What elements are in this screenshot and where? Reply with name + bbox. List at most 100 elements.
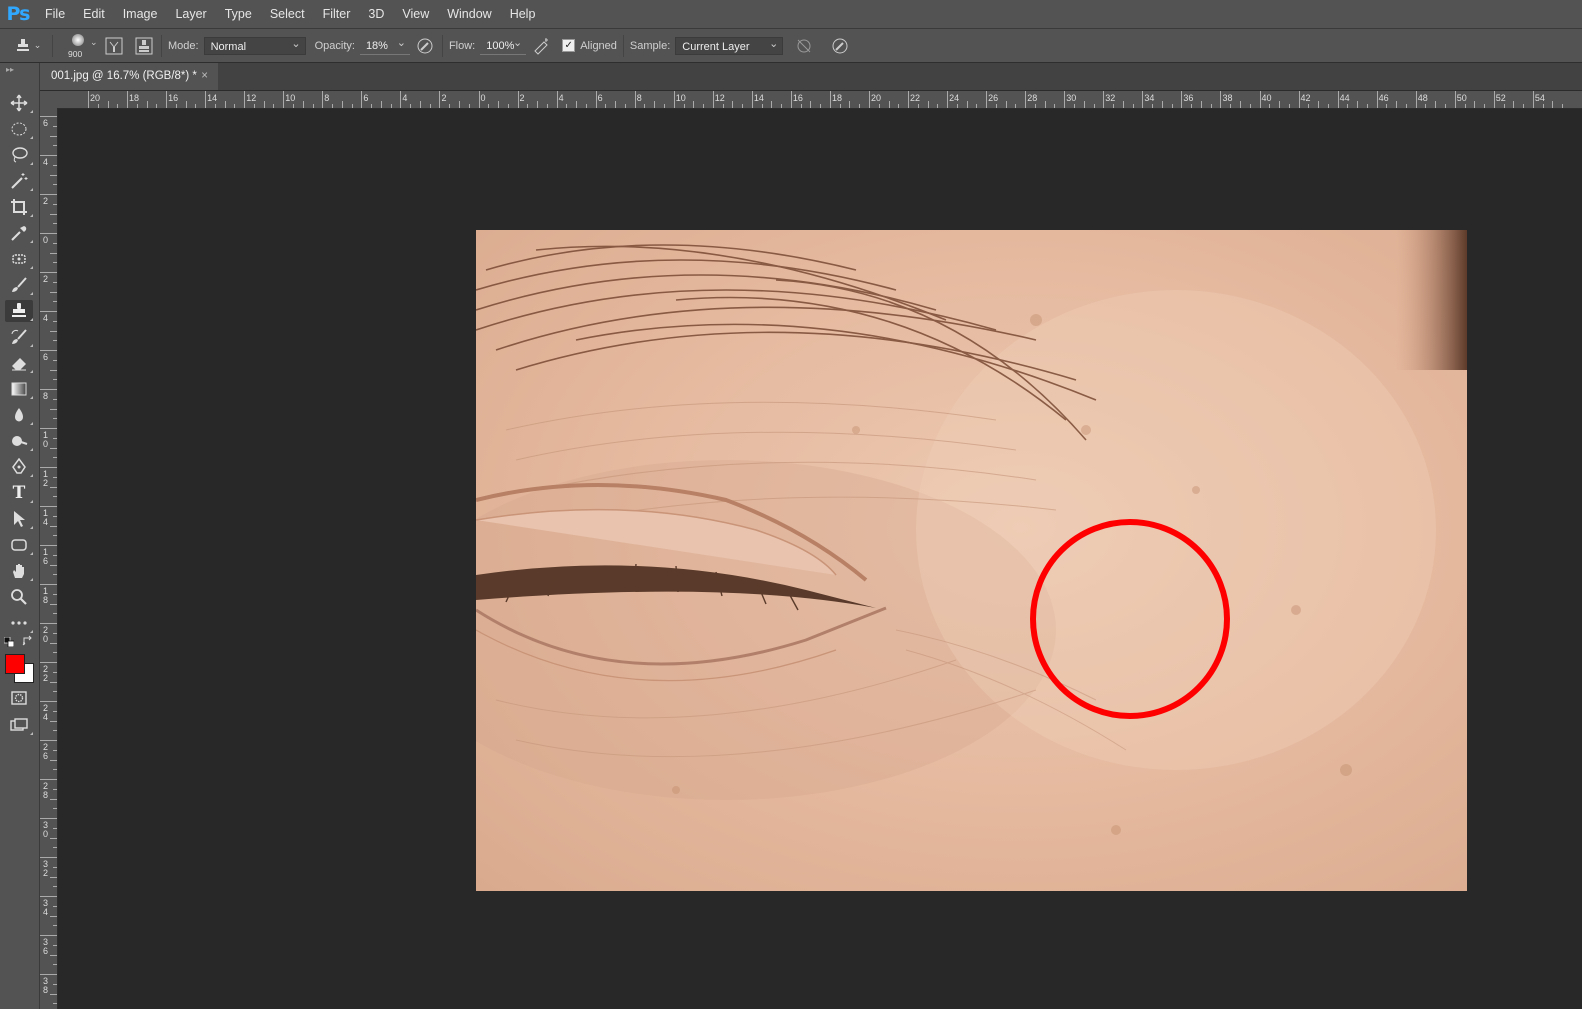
default-colors-button[interactable]	[3, 636, 15, 648]
gradient-tool[interactable]	[5, 378, 33, 400]
eraser-tool[interactable]	[5, 352, 33, 374]
ruler-minor-tick	[771, 101, 773, 108]
menu-edit[interactable]: Edit	[74, 7, 114, 21]
ruler-major-tick	[1220, 91, 1222, 108]
crop-tool[interactable]	[5, 196, 33, 218]
ruler-minor-tick	[1279, 101, 1281, 108]
canvas-area[interactable]	[58, 109, 1582, 1009]
ruler-minor-tick	[1542, 104, 1544, 108]
ruler-major-tick	[400, 91, 402, 108]
ignore-adjustment-layers-button[interactable]	[793, 35, 815, 57]
flow-input[interactable]: 100%	[480, 34, 527, 55]
document-tab[interactable]: 001.jpg @ 16.7% (RGB/8*) * ×	[40, 63, 218, 90]
ruler-minor-tick	[917, 104, 919, 108]
ruler-minor-tick	[654, 101, 656, 108]
screen-mode-button[interactable]	[5, 714, 33, 736]
ruler-minor-tick	[53, 223, 57, 225]
ruler-major-tick	[40, 350, 57, 351]
ruler-minor-tick	[53, 281, 57, 283]
menu-select[interactable]: Select	[261, 7, 314, 21]
ruler-minor-tick	[50, 954, 57, 956]
toggle-brush-panel-button[interactable]	[103, 35, 125, 57]
ruler-minor-tick	[1474, 101, 1476, 108]
brush-size-label: 900	[68, 48, 83, 59]
foreground-color-swatch[interactable]	[5, 654, 25, 674]
menu-view[interactable]: View	[393, 7, 438, 21]
ruler-minor-tick	[810, 101, 812, 108]
menu-image[interactable]: Image	[114, 7, 167, 21]
mode-dropdown[interactable]: Normal	[203, 35, 306, 55]
sample-dropdown[interactable]: Current Layer	[675, 35, 784, 55]
dodge-tool[interactable]	[5, 430, 33, 452]
ruler-minor-tick	[742, 104, 744, 108]
lasso-tool[interactable]	[5, 144, 33, 166]
ruler-major-tick	[40, 779, 57, 780]
ruler-minor-tick	[888, 101, 890, 108]
ruler-minor-tick	[449, 104, 451, 108]
spot-healing-tool[interactable]	[5, 248, 33, 270]
menu-window[interactable]: Window	[438, 7, 500, 21]
ruler-minor-tick	[53, 398, 57, 400]
airbrush-button[interactable]	[530, 35, 552, 57]
menu-filter[interactable]: Filter	[314, 7, 360, 21]
blur-tool[interactable]	[5, 404, 33, 426]
type-tool[interactable]: T	[5, 482, 33, 504]
menu-layer[interactable]: Layer	[166, 7, 215, 21]
aligned-checkbox[interactable]: ✓	[562, 39, 576, 52]
hand-tool[interactable]	[5, 560, 33, 582]
menu-help[interactable]: Help	[501, 7, 545, 21]
panel-collapse-icon[interactable]: ▸▸	[6, 65, 14, 74]
ruler-minor-tick	[1122, 101, 1124, 108]
close-icon[interactable]: ×	[201, 63, 208, 90]
swap-colors-button[interactable]	[22, 635, 34, 647]
magic-wand-tool[interactable]	[5, 170, 33, 192]
brush-preset-picker[interactable]: 900 ⌄	[59, 31, 99, 61]
ruler-minor-tick	[332, 104, 334, 108]
ruler-minor-tick	[1347, 104, 1349, 108]
pressure-opacity-button[interactable]	[414, 35, 436, 57]
menu-type[interactable]: Type	[216, 7, 261, 21]
pen-tool[interactable]	[5, 456, 33, 478]
ruler-label: 26	[43, 742, 49, 761]
clone-stamp-tool[interactable]	[5, 300, 33, 322]
ruler-major-tick	[361, 91, 363, 108]
quick-mask-button[interactable]	[5, 687, 33, 709]
ruler-minor-tick	[53, 184, 57, 186]
tool-preset-picker[interactable]: ⌄	[10, 35, 46, 57]
eyedropper-tool[interactable]	[5, 222, 33, 244]
ruler-major-tick	[986, 91, 988, 108]
rectangle-tool[interactable]	[5, 534, 33, 556]
ruler-major-tick	[40, 467, 57, 468]
move-tool[interactable]	[5, 92, 33, 114]
zoom-tool[interactable]	[5, 586, 33, 608]
brush-tool[interactable]	[5, 274, 33, 296]
pressure-pen-icon	[417, 38, 433, 53]
ruler-minor-tick	[1503, 104, 1505, 108]
path-selection-tool[interactable]	[5, 508, 33, 530]
ruler-minor-tick	[50, 837, 57, 839]
opacity-input[interactable]: 18%	[359, 34, 410, 55]
edit-toolbar-button[interactable]	[5, 612, 33, 634]
menu-3d[interactable]: 3D	[359, 7, 393, 21]
ruler-minor-tick	[50, 408, 57, 410]
ruler-minor-tick	[849, 101, 851, 108]
ruler-origin[interactable]	[40, 91, 58, 109]
menu-file[interactable]: File	[36, 7, 74, 21]
ruler-minor-tick	[263, 101, 265, 108]
ruler-minor-tick	[107, 101, 109, 108]
history-brush-tool[interactable]	[5, 326, 33, 348]
ruler-minor-tick	[1435, 101, 1437, 108]
document-image[interactable]	[476, 230, 1467, 891]
marquee-tool[interactable]	[5, 118, 33, 140]
vertical-ruler[interactable]: 6 4 2 0 2 4 6 8 10 12 14 16 18 20 22 24 26 28 30 32 34 36 38	[40, 108, 58, 1009]
horizontal-ruler[interactable]: 20 18 16 14 12 10 8 6 4 2 0 2 4 6 8 10 12 14 16 18 20 22 24 26 2…	[58, 91, 1582, 109]
ruler-label: 12	[43, 469, 49, 488]
ruler-minor-tick	[50, 330, 57, 332]
pressure-size-button[interactable]	[829, 35, 851, 57]
toggle-clone-source-panel-button[interactable]	[133, 35, 155, 57]
ruler-major-tick	[947, 91, 949, 108]
photoshop-logo[interactable]: Ps	[0, 3, 36, 25]
ruler-minor-tick	[53, 652, 57, 654]
ruler-minor-tick	[53, 808, 57, 810]
ruler-minor-tick	[53, 593, 57, 595]
